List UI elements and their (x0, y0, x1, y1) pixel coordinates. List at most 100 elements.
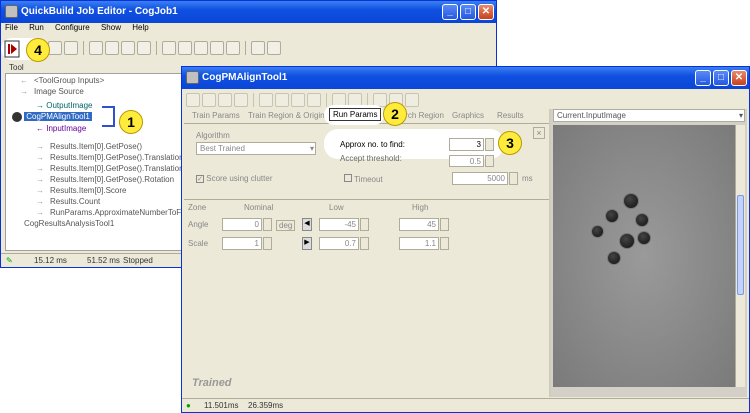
link-arrow-icon: → (36, 164, 44, 173)
tree-item[interactable]: → Image Source (20, 87, 84, 96)
angle-nominal-field[interactable]: 0 (222, 218, 262, 231)
toolbar-button-12[interactable] (210, 41, 224, 55)
timeout-field[interactable]: 5000 (452, 172, 508, 185)
angle-nominal-spinner[interactable] (263, 218, 272, 231)
accept-threshold-field[interactable]: 0.5 (449, 155, 484, 167)
tree-item[interactable]: → Results.Item[0].GetPose().Rotation (36, 175, 174, 184)
scale-nominal-spinner[interactable] (263, 237, 272, 250)
help-button[interactable] (267, 41, 281, 55)
tree-item-label: RunParams.ApproximateNumberToFind (50, 208, 192, 217)
approx-number-spinner[interactable] (485, 138, 494, 151)
tree-item[interactable]: → Results.Item[0].GetPose() (36, 142, 142, 151)
toolbar-button-10[interactable] (178, 41, 192, 55)
tab-results[interactable]: Results (493, 109, 528, 123)
algorithm-select[interactable]: Best Trained ▾ (196, 142, 316, 155)
tool-node-icon (12, 112, 22, 122)
scrollbar-thumb[interactable] (737, 195, 744, 295)
scale-low-field[interactable]: 0.7 (319, 237, 359, 250)
blob-2 (605, 209, 619, 223)
tree-item[interactable]: → Results.Item[0].GetPose().Translation (36, 153, 184, 162)
toolbar-button-5[interactable] (89, 41, 103, 55)
toolbar-button-9[interactable] (162, 41, 176, 55)
tool-save-button[interactable] (275, 93, 289, 107)
tool-window-icon (186, 71, 199, 84)
angle-unit: deg (276, 220, 296, 231)
toolbar-button-6[interactable] (105, 41, 119, 55)
tab-train-params[interactable]: Train Params (188, 109, 244, 123)
image-scrollbar[interactable] (735, 125, 745, 387)
tool-maximize-button[interactable]: □ (713, 70, 729, 86)
tool-button-8[interactable] (307, 93, 321, 107)
tool-status-time-1: 11.501ms (204, 401, 239, 410)
link-arrow-icon: → (36, 153, 44, 162)
image-display[interactable] (553, 125, 735, 387)
tree-item-label: Results.Item[0].GetPose().Translation (50, 164, 184, 173)
tree-item[interactable]: → Results.Count (36, 197, 100, 206)
toolbar-separator (253, 93, 254, 107)
menu-show[interactable]: Show (101, 23, 121, 32)
menu-help[interactable]: Help (132, 23, 148, 32)
scale-high-spinner[interactable] (440, 237, 449, 250)
tool-edit-button[interactable] (202, 93, 216, 107)
menu-configure[interactable]: Configure (55, 23, 90, 32)
scale-zone-toggle[interactable]: ▶ (302, 237, 312, 250)
scale-low-spinner[interactable] (360, 237, 369, 250)
main-window-title: QuickBuild Job Editor - CogJob1 (21, 6, 178, 17)
panel-close-button[interactable]: × (533, 127, 545, 139)
accept-threshold-spinner[interactable] (485, 155, 494, 167)
tool-help-button[interactable] (405, 93, 419, 107)
tool-minimize-button[interactable]: _ (695, 70, 711, 86)
checkbox-icon (344, 174, 352, 182)
scale-high-field[interactable]: 1.1 (399, 237, 439, 250)
toolbar-separator (245, 41, 246, 55)
open-button[interactable] (48, 41, 62, 55)
callout-4: 4 (26, 38, 50, 62)
tree-item-label: Image Source (34, 87, 84, 96)
angle-zone-toggle[interactable]: ◀ (302, 218, 312, 231)
save-button[interactable] (64, 41, 78, 55)
toolbar-button-14[interactable] (251, 41, 265, 55)
tree-item[interactable]: CogResultsAnalysisTool1 (10, 219, 114, 228)
close-button[interactable]: ✕ (478, 4, 494, 20)
maximize-button[interactable]: □ (460, 4, 476, 20)
angle-low-field[interactable]: -45 (319, 218, 359, 231)
tab-train-region[interactable]: Train Region & Origin (244, 109, 329, 123)
toolbar-button-8[interactable] (137, 41, 151, 55)
tool-run-button[interactable] (186, 93, 200, 107)
toolbar-button-13[interactable] (226, 41, 240, 55)
tree-node-inputimage-hl: ← InputImage (36, 124, 87, 133)
main-menu-bar: File Run Configure Show Help (1, 23, 496, 37)
timeout-checkbox[interactable]: Timeout (344, 174, 383, 184)
angle-low-spinner[interactable] (360, 218, 369, 231)
menu-file[interactable]: File (5, 23, 18, 32)
minimize-button[interactable]: _ (442, 4, 458, 20)
tree-item[interactable]: ← <ToolGroup Inputs> (20, 76, 104, 85)
tree-item[interactable]: → Results.Item[0].Score (36, 186, 126, 195)
angle-high-field[interactable]: 45 (399, 218, 439, 231)
toolbar-button-7[interactable] (121, 41, 135, 55)
tab-run-params[interactable]: Run Params (329, 108, 382, 121)
tool-status-ok-icon: ● (186, 401, 191, 410)
approx-number-field[interactable]: 3 (449, 138, 484, 151)
menu-run[interactable]: Run (29, 23, 44, 32)
score-clutter-checkbox[interactable]: ✓ Score using clutter (196, 174, 273, 183)
toolbar-button-11[interactable] (194, 41, 208, 55)
timeout-spinner[interactable] (509, 172, 518, 185)
tool-button-4[interactable] (234, 93, 248, 107)
scale-nominal-field[interactable]: 1 (222, 237, 262, 250)
tool-button-7[interactable] (291, 93, 305, 107)
tool-close-button[interactable]: ✕ (731, 70, 747, 86)
trained-status: Trained (192, 377, 232, 389)
tool-open-button[interactable] (259, 93, 273, 107)
tree-node-cogpmaligntool1[interactable]: CogPMAlignTool1 (12, 112, 92, 122)
tree-item[interactable]: → Results.Item[0].GetPose().Translation (36, 164, 184, 173)
tree-item[interactable]: → RunParams.ApproximateNumberToFind (36, 208, 192, 217)
callout-3: 3 (498, 131, 522, 155)
status-ok-icon: ✎ (6, 256, 13, 265)
tab-graphics[interactable]: Graphics (448, 109, 488, 123)
angle-high-spinner[interactable] (440, 218, 449, 231)
image-source-select[interactable]: Current.InputImage ▾ (553, 109, 745, 122)
blob-7 (607, 251, 621, 265)
tool-button-3[interactable] (218, 93, 232, 107)
tree-item-label: Results.Item[0].GetPose() (50, 142, 143, 151)
